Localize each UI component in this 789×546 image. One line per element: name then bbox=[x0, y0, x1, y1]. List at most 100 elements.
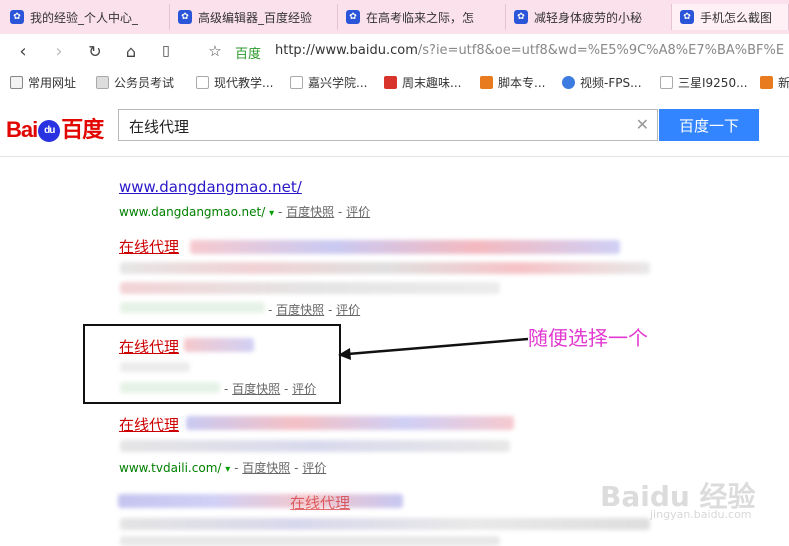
tab-title: 我的经验_个人中心_ bbox=[30, 10, 139, 25]
result-item: 在线代理 bbox=[119, 236, 179, 257]
bookmark-label: 现代教学... bbox=[214, 76, 274, 90]
forward-icon[interactable]: › bbox=[48, 40, 70, 62]
tab-title: 减轻身体疲劳的小秘 bbox=[534, 10, 643, 25]
review-link[interactable]: 评价 bbox=[302, 461, 326, 475]
result-meta: www.dangdangmao.net/ ▾ - 百度快照 - 评价 bbox=[119, 203, 370, 220]
dropdown-arrow-icon[interactable]: ▾ bbox=[225, 464, 230, 475]
tab-gaokao[interactable]: ✿ 在高考临来之际，怎 bbox=[338, 4, 506, 30]
search-box: ✕ bbox=[118, 109, 658, 141]
annotation-arrow bbox=[338, 337, 529, 360]
back-icon[interactable]: ‹ bbox=[12, 40, 34, 62]
result-url: www.dangdangmao.net/ bbox=[119, 205, 266, 219]
logo-paw: du bbox=[38, 120, 61, 143]
blurred-text bbox=[186, 416, 514, 430]
blurred-text bbox=[120, 262, 650, 274]
tab-screenshot[interactable]: ✿ 手机怎么截图 bbox=[672, 4, 789, 30]
reload-icon[interactable]: ↻ bbox=[84, 40, 106, 62]
result-url: www.tvdaili.com/ bbox=[119, 461, 222, 475]
blurred-url bbox=[120, 302, 265, 313]
tab-title: 高级编辑器_百度经验 bbox=[198, 10, 313, 25]
result-title[interactable]: www.dangdangmao.net/ bbox=[119, 178, 302, 196]
page-icon bbox=[660, 76, 673, 89]
result-meta: - 百度快照 - 评价 bbox=[268, 301, 360, 318]
annotation-label: 随便选择一个 bbox=[528, 326, 648, 350]
blurred-text bbox=[120, 518, 650, 530]
logo-text-cn: 百度 bbox=[61, 117, 104, 142]
review-link[interactable]: 评价 bbox=[346, 205, 370, 219]
result-item: 在线代理 bbox=[290, 492, 350, 513]
bookmark-item[interactable]: 常用网址 bbox=[10, 74, 76, 91]
bookmark-label: 新 bbox=[778, 76, 789, 90]
bookmark-item[interactable]: 嘉兴学院... bbox=[290, 74, 367, 91]
reader-icon[interactable]: ▯ bbox=[155, 40, 177, 62]
blurred-text bbox=[190, 240, 620, 254]
blurred-text bbox=[120, 282, 500, 294]
paw-icon: ✿ bbox=[680, 10, 694, 24]
paw-icon: ✿ bbox=[514, 10, 528, 24]
logo-text-left: Bai bbox=[6, 117, 38, 142]
play-icon bbox=[562, 76, 575, 89]
bookmark-label: 常用网址 bbox=[28, 76, 77, 90]
bookmark-item[interactable]: 现代教学... bbox=[196, 74, 273, 91]
bookmark-item[interactable]: 公务员考试 bbox=[96, 74, 174, 91]
result-title[interactable]: 在线代理 bbox=[119, 238, 179, 256]
page-icon bbox=[196, 76, 209, 89]
bookmark-item[interactable]: 脚本专... bbox=[480, 74, 545, 91]
paw-icon: ✿ bbox=[10, 10, 24, 24]
tab-strip: ✿ 我的经验_个人中心_ ✿ 高级编辑器_百度经验 ✿ 在高考临来之际，怎 ✿ … bbox=[0, 0, 789, 35]
star-icon[interactable]: ☆ bbox=[204, 40, 226, 62]
page-icon bbox=[290, 76, 303, 89]
separator: - bbox=[290, 461, 303, 475]
separator: - bbox=[334, 205, 347, 219]
bookmark-item[interactable]: 新 bbox=[760, 74, 789, 91]
tab-editor[interactable]: ✿ 高级编辑器_百度经验 bbox=[170, 4, 338, 30]
bookmark-item[interactable]: 周末趣味... bbox=[384, 74, 461, 91]
bookmark-label: 脚本专... bbox=[498, 76, 546, 90]
paw-icon: ✿ bbox=[178, 10, 192, 24]
orange-icon bbox=[760, 76, 773, 89]
baidu-logo[interactable]: Bai du 百度 bbox=[6, 112, 104, 144]
highlight-box bbox=[83, 324, 341, 404]
site-label: 百度 bbox=[235, 47, 262, 62]
watermark-subtext: jingyan.baidu.com bbox=[650, 508, 752, 521]
bookmarks-bar: 常用网址 公务员考试 现代教学... 嘉兴学院... 周末趣味... 脚本专..… bbox=[0, 68, 789, 97]
review-link[interactable]: 评价 bbox=[336, 303, 360, 317]
bookmark-item[interactable]: 三星I9250... bbox=[660, 74, 748, 91]
bookmark-label: 嘉兴学院... bbox=[308, 76, 368, 90]
bookmark-label: 公务员考试 bbox=[114, 76, 175, 90]
snapshot-link[interactable]: 百度快照 bbox=[276, 303, 324, 317]
blurred-text bbox=[120, 536, 500, 546]
dropdown-arrow-icon[interactable]: ▾ bbox=[269, 208, 274, 219]
search-header: Baidu百度 ✕ 百度一下 bbox=[0, 96, 789, 157]
page-icon bbox=[96, 76, 109, 89]
address-bar[interactable]: http://www.baidu.com/s?ie=utf8&oe=utf8&w… bbox=[275, 43, 784, 58]
tab-title: 在高考临来之际，怎 bbox=[366, 10, 475, 25]
separator: - bbox=[268, 303, 277, 317]
url-host: http://www.baidu.com bbox=[275, 43, 418, 58]
result-item: 在线代理 bbox=[119, 414, 179, 435]
bookmark-item[interactable]: 视频-FPS... bbox=[562, 74, 642, 91]
orange-icon bbox=[480, 76, 493, 89]
result-title[interactable]: 在线代理 bbox=[119, 416, 179, 434]
tab-my-experience[interactable]: ✿ 我的经验_个人中心_ bbox=[2, 4, 170, 30]
navigation-bar: ‹ › ↻ ⌂ ▯ ☆ 百度 http://www.baidu.com/s?ie… bbox=[0, 34, 789, 69]
red-icon bbox=[384, 76, 397, 89]
snapshot-link[interactable]: 百度快照 bbox=[286, 205, 334, 219]
separator: - bbox=[324, 303, 337, 317]
bookmark-label: 周末趣味... bbox=[402, 76, 462, 90]
separator: - bbox=[277, 205, 287, 219]
search-button[interactable]: 百度一下 bbox=[659, 109, 759, 141]
blurred-text bbox=[118, 494, 403, 508]
result-meta: www.tvdaili.com/ ▾ - 百度快照 - 评价 bbox=[119, 459, 326, 476]
blurred-text bbox=[120, 440, 510, 452]
clear-icon[interactable]: ✕ bbox=[636, 115, 649, 134]
search-input[interactable] bbox=[127, 115, 611, 137]
home-icon[interactable]: ⌂ bbox=[120, 40, 142, 62]
result-title[interactable]: 在线代理 bbox=[290, 494, 350, 512]
url-path: /s?ie=utf8&oe=utf8&wd=%E5%9C%A8%E7%BA%BF… bbox=[417, 43, 785, 58]
bookmark-label: 视频-FPS... bbox=[580, 76, 642, 90]
result-item: www.dangdangmao.net/ bbox=[119, 178, 302, 196]
folder-icon bbox=[10, 76, 23, 89]
tab-fatigue[interactable]: ✿ 减轻身体疲劳的小秘 bbox=[506, 4, 672, 30]
snapshot-link[interactable]: 百度快照 bbox=[242, 461, 290, 475]
